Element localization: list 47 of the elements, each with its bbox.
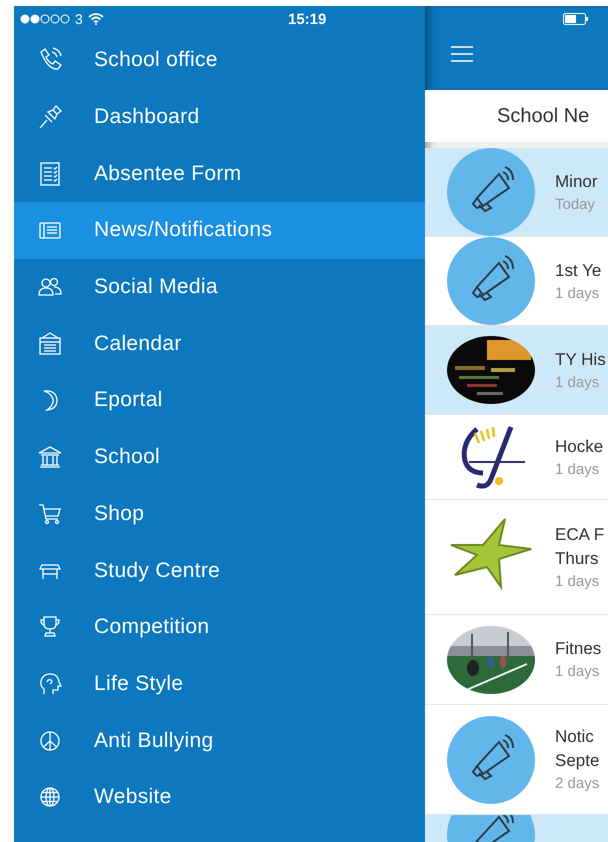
megaphone-icon bbox=[447, 237, 535, 325]
news-date: 1 days bbox=[555, 572, 600, 590]
news-title: ECA F bbox=[555, 524, 604, 544]
news-title: Notic bbox=[555, 727, 595, 747]
menu-item[interactable]: Absentee Form bbox=[14, 145, 425, 202]
menu-item[interactable]: Competition bbox=[14, 598, 425, 656]
news-item[interactable]: Notic Septe 2 days bbox=[425, 705, 608, 815]
news-title: Fitnes bbox=[555, 639, 602, 659]
menu-item[interactable]: Life Style bbox=[14, 656, 425, 712]
status-time: 15:19 bbox=[288, 10, 326, 28]
news-title: Minor bbox=[555, 172, 598, 192]
menu-item[interactable]: Social Media bbox=[14, 258, 425, 316]
news-date: 1 days bbox=[555, 284, 600, 302]
menu-item[interactable]: School bbox=[14, 428, 425, 486]
news-title: Septe bbox=[555, 751, 600, 771]
menu-item[interactable]: Dashboard bbox=[14, 88, 425, 146]
news-item[interactable]: Fitnes 1 days bbox=[425, 615, 608, 705]
news-item[interactable]: Minor Today bbox=[425, 148, 608, 237]
news-item[interactable]: 1st Ye 1 days bbox=[425, 237, 608, 326]
signal-icon bbox=[20, 14, 70, 24]
menu-item[interactable]: School office bbox=[14, 32, 425, 89]
wifi-icon bbox=[88, 13, 104, 25]
news-title: 1st Ye bbox=[555, 260, 602, 280]
megaphone-icon bbox=[447, 148, 535, 236]
news-item[interactable]: ECA F Thurs 1 days bbox=[425, 500, 608, 615]
news-date: 1 days bbox=[555, 374, 600, 390]
news-title: TY His bbox=[555, 350, 606, 370]
carrier-name: 3 bbox=[75, 11, 83, 27]
news-title: Thurs bbox=[555, 548, 600, 568]
menu-item[interactable]: Study Centre bbox=[14, 542, 425, 599]
panel-header: School Ne bbox=[425, 90, 608, 142]
news-item[interactable]: Hocke 1 days bbox=[425, 415, 608, 500]
news-date: 2 days bbox=[555, 775, 600, 792]
menu-item[interactable]: Anti Bullying bbox=[14, 712, 425, 769]
menu-item[interactable]: News/Notifications bbox=[14, 202, 425, 259]
news-item[interactable]: TY His 1 days bbox=[425, 326, 608, 415]
news-date: 1 days bbox=[555, 663, 600, 680]
menu-item[interactable]: Shop bbox=[14, 486, 425, 542]
news-date: Today bbox=[555, 196, 596, 212]
menu-icon[interactable] bbox=[451, 46, 473, 62]
news-title: Hocke bbox=[555, 436, 604, 456]
battery-icon bbox=[563, 13, 589, 25]
menu-item[interactable]: Eportal bbox=[14, 372, 425, 429]
news-date: 1 days bbox=[555, 460, 600, 478]
menu-item[interactable]: Website bbox=[14, 768, 425, 826]
menu-item[interactable]: Calendar bbox=[14, 315, 425, 372]
megaphone-icon bbox=[447, 716, 535, 804]
